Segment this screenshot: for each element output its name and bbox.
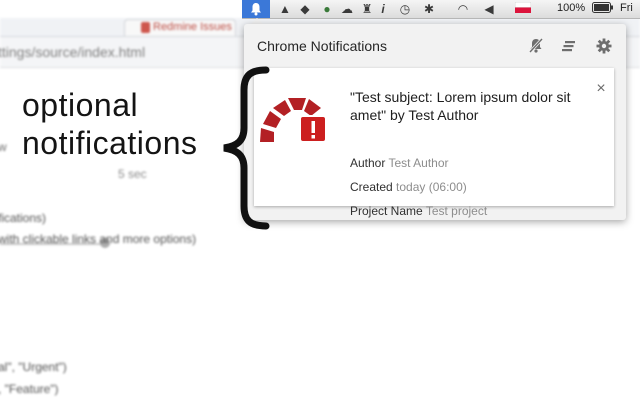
bluetooth-icon[interactable]: ✱	[422, 2, 436, 16]
browser-tab[interactable]: Redmine Issues	[124, 19, 236, 36]
evernote-icon[interactable]: ●	[320, 2, 334, 16]
options-line: , "Feature")	[0, 382, 59, 396]
do-not-disturb-button[interactable]	[526, 36, 546, 56]
annotation-text: optional notifications	[22, 86, 222, 162]
curly-brace-icon	[223, 66, 270, 230]
field-value: today (06:00)	[396, 180, 467, 194]
notification-field-project: Project Name Test project	[350, 204, 487, 218]
options-line-prefix: w	[0, 140, 7, 154]
mute-icon	[528, 37, 544, 54]
annotation-line: optional	[22, 87, 139, 123]
alfred-icon[interactable]: ♜	[360, 2, 374, 16]
notification-settings-button[interactable]	[594, 36, 614, 56]
field-label: Author	[350, 156, 386, 170]
clear-all-icon	[562, 41, 575, 52]
redmine-favicon-icon	[141, 22, 150, 33]
browser-url-text[interactable]: ttings/source/index.html	[0, 44, 258, 62]
chrome-notifications-menu-button[interactable]	[242, 0, 270, 18]
clear-all-button[interactable]	[559, 36, 579, 56]
notification-title: "Test subject: Lorem ipsum dolor sit ame…	[350, 89, 571, 123]
settings-icon	[596, 38, 612, 54]
options-line: al", "Urgent")	[0, 360, 67, 374]
browser-tab-title: Redmine Issues	[153, 21, 232, 33]
notification-card[interactable]: × "Test subject: Lorem ipsum dolor sit a…	[254, 68, 614, 218]
annotation-line: notifications	[22, 125, 198, 161]
panel-header: Chrome Notifications	[244, 24, 626, 66]
flux-icon[interactable]: ▲	[278, 2, 292, 16]
options-line: with clickable links and more options)	[0, 232, 197, 246]
field-value: Test Author	[388, 156, 449, 170]
options-line: fications)	[0, 211, 47, 225]
cloud-sync-icon[interactable]: ☁	[340, 2, 354, 16]
time-machine-icon[interactable]: ◷	[398, 2, 412, 16]
system-menu-bar: ▲ ◆ ● ☁ ♜ i ◷ ✱ ◠ ◀ 100% Fri	[242, 0, 640, 19]
field-value: Test project	[425, 204, 488, 218]
input-flag-icon[interactable]	[514, 1, 532, 16]
bell-icon	[251, 3, 261, 16]
battery-percentage[interactable]: 100%	[557, 2, 585, 14]
field-label: Project Name	[350, 204, 423, 218]
chrome-notifications-panel: Chrome Notifications × "Test subject: Lo…	[244, 24, 626, 220]
battery-icon[interactable]	[592, 2, 614, 16]
interval-slider-value: 5 sec	[118, 167, 147, 181]
wifi-icon[interactable]: ◠	[454, 2, 472, 16]
field-label: Created	[350, 180, 393, 194]
notification-close-button[interactable]: ×	[594, 81, 608, 97]
volume-icon[interactable]: ◀	[482, 2, 496, 16]
panel-title: Chrome Notifications	[257, 38, 387, 54]
battery-shape-icon	[592, 2, 613, 13]
menubar-clock-day[interactable]: Fri	[620, 2, 633, 14]
notification-field-created: Created today (06:00)	[350, 180, 467, 194]
notification-field-author: Author Test Author	[350, 156, 449, 170]
screenshot-stage: Redmine Issues ttings/source/index.html …	[0, 0, 640, 400]
info-icon[interactable]: i	[378, 2, 388, 16]
flag-icon	[514, 1, 532, 13]
dropbox-icon[interactable]: ◆	[298, 2, 312, 16]
